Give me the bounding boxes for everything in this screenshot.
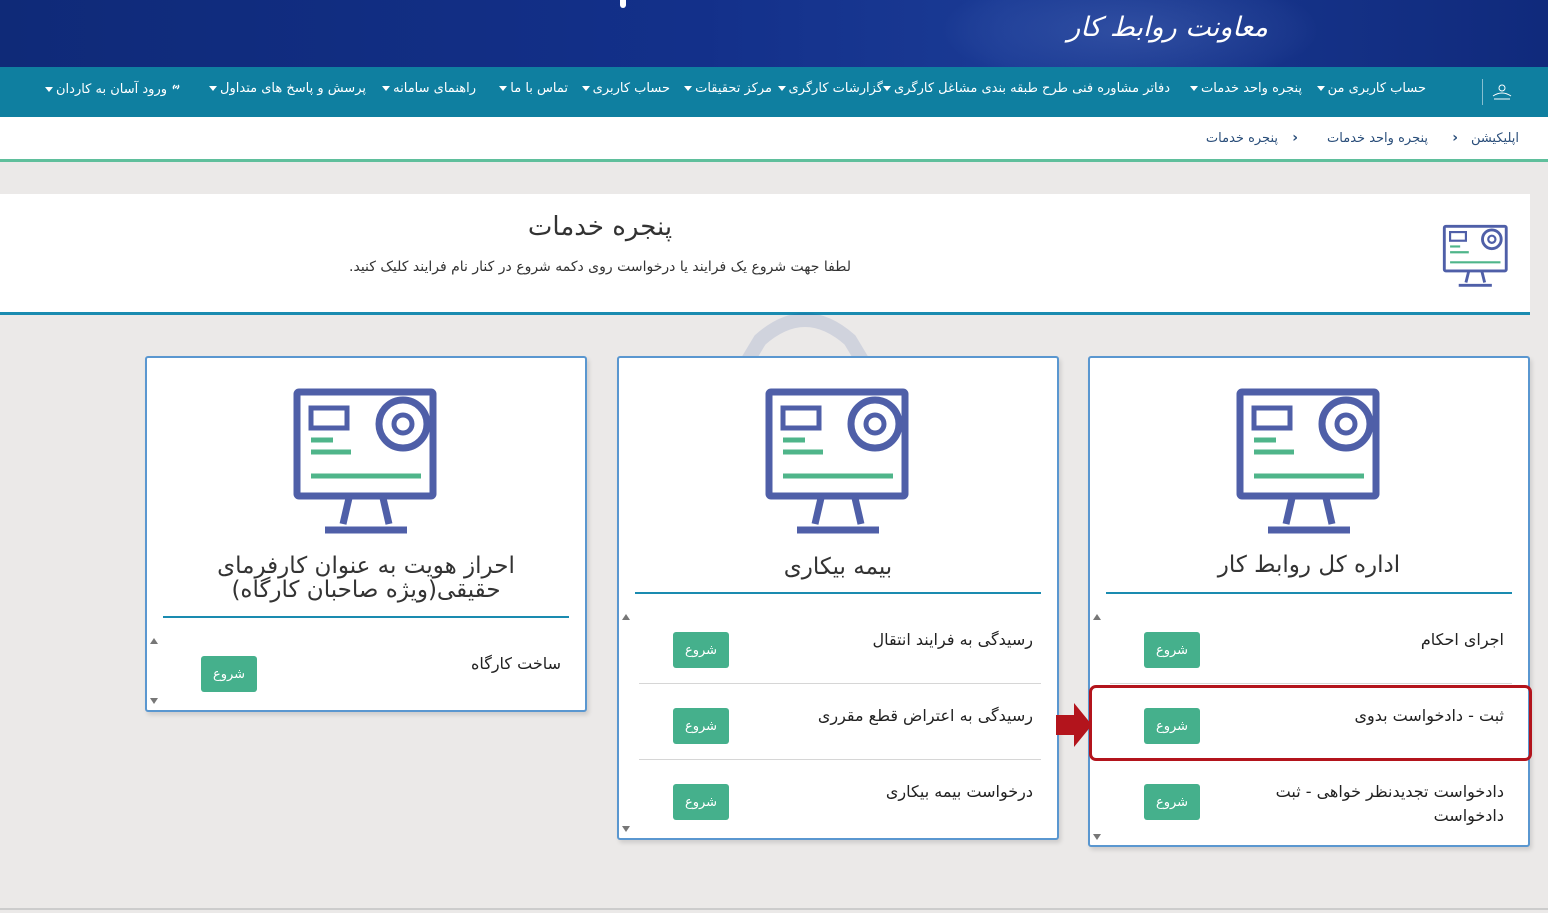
scroll-down-icon[interactable] (150, 698, 158, 704)
service-card-unemployment-insurance: بیمه بیکاری رسیدگی به فرایند انتقال شروع… (617, 356, 1059, 840)
card-divider (1106, 592, 1512, 594)
breadcrumb-item-app[interactable]: اپلیکیشن (1471, 131, 1519, 146)
nav-label: مرکز تحقیقات (695, 81, 772, 96)
nav-label: دفاتر مشاوره فنی طرح طبقه بندی مشاغل کار… (894, 81, 1170, 96)
nav-label: تماس با ما (510, 81, 568, 96)
chevron-down-icon (209, 86, 218, 91)
scroll-down-icon[interactable] (622, 826, 630, 832)
emblem-icon[interactable] (1482, 79, 1520, 105)
nav-research-center[interactable]: مرکز تحقیقات (684, 81, 772, 96)
breadcrumb-item-services-window[interactable]: پنجره خدمات (1206, 131, 1278, 146)
list-item: اجرای احکام شروع (1110, 608, 1518, 684)
process-label: دادخواست تجدیدنظر خواهی - ثبت دادخواست (1275, 782, 1504, 825)
computer-settings-icon (1236, 388, 1380, 534)
list-item: رسیدگی به فرایند انتقال شروع (639, 608, 1047, 684)
banner-ornament (620, 0, 626, 8)
breadcrumb-item-single-window[interactable]: پنجره واحد خدمات (1327, 131, 1428, 146)
page-subtitle: لطفا جهت شروع یک فرایند یا درخواست روی د… (349, 259, 851, 275)
card-divider (635, 592, 1041, 594)
nav-my-account[interactable]: حساب کاربری من (1316, 81, 1426, 96)
nav-single-window[interactable]: پنجره واحد خدمات (1190, 81, 1302, 96)
list-item: ساخت کارگاه شروع (167, 632, 575, 708)
card-title: بیمه بیکاری (783, 554, 893, 580)
nav-label: راهنمای سامانه (393, 81, 476, 96)
chevron-down-icon (1190, 86, 1199, 91)
card-title: احراز هویت به عنوان کارفرمای حقیقی(ویژه … (217, 553, 515, 603)
process-label: رسیدگی به اعتراض قطع مقرری (817, 706, 1033, 725)
nav-label: گزارشات کارگری (788, 81, 883, 96)
scroll-up-icon[interactable] (622, 614, 630, 620)
nav-system-guide[interactable]: راهنمای سامانه (382, 81, 476, 96)
computer-settings-icon (1442, 224, 1508, 287)
start-button[interactable]: شروع (201, 656, 257, 692)
process-label: اجرای احکام (1420, 630, 1504, 649)
service-card-employer-verification: احراز هویت به عنوان کارفرمای حقیقی(ویژه … (145, 356, 587, 712)
start-button[interactable]: شروع (1144, 632, 1200, 668)
nav-labor-reports[interactable]: گزارشات کارگری (777, 81, 883, 96)
chevron-down-icon (1316, 86, 1325, 91)
chevron-down-icon (499, 86, 508, 91)
chevron-down-icon (684, 86, 693, 91)
start-button[interactable]: شروع (673, 784, 729, 820)
nav-consulting-offices[interactable]: دفاتر مشاوره فنی طرح طبقه بندی مشاغل کار… (883, 81, 1170, 96)
chevron-down-icon (777, 86, 786, 91)
card-title: اداره کل روابط کار (1217, 552, 1401, 578)
list-item: رسیدگی به اعتراض قطع مقرری شروع (639, 684, 1047, 760)
computer-settings-icon (765, 388, 909, 534)
start-button[interactable]: شروع (673, 632, 729, 668)
main-navbar: حساب کاربری من پنجره واحد خدمات دفاتر مش… (0, 67, 1548, 117)
arrow-right-icon (1056, 703, 1092, 747)
service-card-labor-relations: اداره کل روابط کار اجرای احکام شروع ثبت … (1088, 356, 1530, 847)
chevron-down-icon (883, 86, 892, 91)
nav-easy-login[interactable]: ورود آسان به کاردان (45, 81, 182, 97)
list-item: درخواست بیمه بیکاری شروع (639, 760, 1047, 836)
breadcrumb: اپلیکیشن ‹ پنجره واحد خدمات ‹ پنجره خدما… (0, 117, 1548, 162)
chevron-down-icon (45, 86, 53, 92)
nav-label: پرسش و پاسخ های متداول (220, 81, 366, 96)
page-title: پنجره خدمات (527, 212, 673, 242)
page-header-card: پنجره خدمات لطفا جهت شروع یک فرایند یا د… (0, 194, 1530, 315)
footer-divider (0, 908, 1548, 910)
chevron-down-icon (382, 86, 391, 91)
start-button[interactable]: شروع (673, 708, 729, 744)
start-button[interactable]: شروع (1144, 784, 1200, 820)
scroll-up-icon[interactable] (150, 638, 158, 644)
nav-label: حساب کاربری (592, 81, 670, 96)
nav-label: حساب کاربری من (1327, 81, 1426, 96)
brand-title: معاونت روابط کار (1067, 12, 1268, 43)
header-banner: معاونت روابط کار (0, 0, 1548, 67)
link-icon (170, 81, 182, 97)
process-label: ساخت کارگاه (470, 654, 561, 673)
card-divider (163, 616, 569, 618)
nav-label: ورود آسان به کاردان (56, 81, 167, 97)
nav-contact-us[interactable]: تماس با ما (499, 81, 568, 96)
chevron-left-icon: ‹ (1452, 130, 1458, 146)
nav-label: پنجره واحد خدمات (1201, 81, 1302, 96)
chevron-down-icon (581, 86, 590, 91)
computer-settings-icon (293, 388, 437, 534)
chevron-left-icon: ‹ (1292, 130, 1298, 146)
process-label: رسیدگی به فرایند انتقال (872, 630, 1033, 649)
highlight-box (1089, 685, 1532, 761)
scroll-up-icon[interactable] (1093, 614, 1101, 620)
nav-user-account[interactable]: حساب کاربری (581, 81, 670, 96)
process-label: درخواست بیمه بیکاری (885, 782, 1033, 801)
nav-faq[interactable]: پرسش و پاسخ های متداول (209, 81, 366, 96)
scroll-down-icon[interactable] (1093, 834, 1101, 840)
list-item: دادخواست تجدیدنظر خواهی - ثبت دادخواست ش… (1110, 760, 1518, 836)
